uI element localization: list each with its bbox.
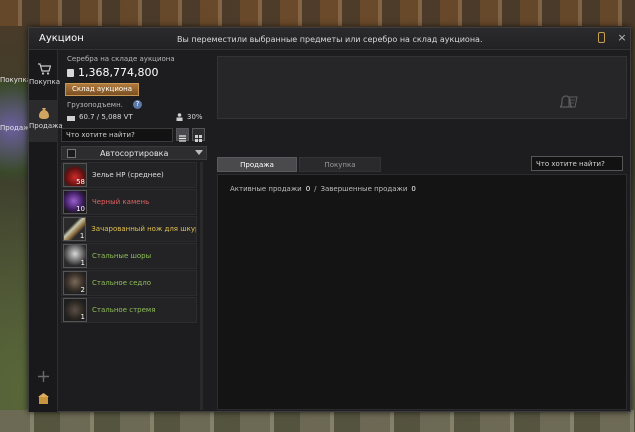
bell-icon <box>559 95 578 108</box>
item-name: Зачарованный нож для шкур <box>91 225 196 233</box>
knife-icon: 1 <box>63 217 87 241</box>
background-plants <box>0 80 28 200</box>
item-list-scrollbar[interactable] <box>200 162 203 410</box>
active-sales-label: Активные продажи <box>230 185 302 193</box>
sidebar-item-label: Покупка <box>29 78 61 86</box>
completed-sales-count: 0 <box>411 185 416 193</box>
item-name: Зелье HP (среднее) <box>92 171 164 179</box>
cart-icon <box>37 63 51 75</box>
silver-amount: 1,368,774,800 <box>67 66 158 79</box>
saddle-icon: 2 <box>63 271 87 295</box>
list-item[interactable]: 1 Стальные шоры <box>61 243 197 269</box>
blinkers-icon: 1 <box>63 244 87 268</box>
background-floor <box>0 410 635 432</box>
weight-amount: 60.7 / 5,088 VT <box>79 113 133 121</box>
item-qty: 1 <box>80 259 85 267</box>
weight-icon <box>67 115 75 121</box>
sales-separator: / <box>314 185 317 193</box>
info-banner <box>217 56 627 119</box>
silver-coin-icon <box>67 68 74 77</box>
sidebar-item-sell[interactable]: Продажа <box>29 100 63 142</box>
item-qty: 1 <box>79 232 85 240</box>
phone-icon[interactable] <box>598 32 605 43</box>
silver-value: 1,368,774,800 <box>78 66 159 79</box>
move-icon[interactable] <box>37 370 50 383</box>
item-qty: 58 <box>76 178 85 186</box>
weight-value: 60.7 / 5,088 VT <box>67 113 133 121</box>
notification-message: Вы переместили выбранные предметы или се… <box>177 35 483 44</box>
background-wall-top <box>0 0 635 26</box>
item-name: Стальное седло <box>92 279 151 287</box>
weight-percent-value: 30% <box>187 113 203 121</box>
list-view-button[interactable] <box>176 128 189 142</box>
sidebar: Покупка Продажа <box>29 50 63 412</box>
item-list: 58 Зелье HP (среднее) 10 Черный камень 1… <box>61 162 197 324</box>
help-icon[interactable]: ? <box>133 100 142 109</box>
sidebar-item-label: Продажа <box>29 122 63 130</box>
tab-buy[interactable]: Покупка <box>299 157 381 172</box>
completed-sales-label: Завершенные продажи <box>320 185 408 193</box>
auction-window: Аукцион Вы переместили выбранные предмет… <box>28 27 631 412</box>
item-qty: 10 <box>76 205 85 213</box>
black-stone-icon: 10 <box>63 190 87 214</box>
list-item[interactable]: 2 Стальное седло <box>61 270 197 296</box>
window-title: Аукцион <box>39 33 84 44</box>
list-icon <box>179 135 186 142</box>
list-item[interactable]: 10 Черный камень <box>61 189 197 215</box>
list-item[interactable]: 58 Зелье HP (среднее) <box>61 162 197 188</box>
sales-search-input[interactable] <box>531 156 623 171</box>
inventory-search-input[interactable] <box>61 128 173 142</box>
sales-list-panel: Активные продажи 0 / Завершенные продажи… <box>217 174 627 410</box>
item-name: Черный камень <box>92 198 150 206</box>
weight-percent: 30% <box>176 113 203 121</box>
tab-sell[interactable]: Продажа <box>217 157 297 172</box>
sales-pane: Продажа Покупка Активные продажи 0 / Зав… <box>215 56 629 410</box>
outside-tab-buy[interactable]: Покупка <box>0 76 31 84</box>
autosort-bar[interactable]: Автосортировка <box>61 146 207 160</box>
person-icon <box>176 113 183 121</box>
potion-icon: 58 <box>63 163 87 187</box>
active-sales-count: 0 <box>305 185 311 193</box>
auction-warehouse-button[interactable]: Склад аукциона <box>65 83 139 96</box>
shop-icon[interactable] <box>37 392 50 405</box>
list-item[interactable]: 1 Стальное стремя <box>61 297 197 323</box>
item-name: Стальные шоры <box>92 252 152 260</box>
chevron-down-icon[interactable] <box>195 150 203 155</box>
item-qty: 2 <box>80 286 85 294</box>
item-name: Стальное стремя <box>92 306 156 314</box>
weight-label: Грузоподъемн. <box>67 101 123 109</box>
stirrup-icon: 1 <box>63 298 87 322</box>
silver-label: Серебра на складе аукциона <box>67 55 175 63</box>
sidebar-item-buy[interactable]: Покупка <box>29 56 61 98</box>
item-qty: 1 <box>80 313 85 321</box>
grid-view-button[interactable] <box>192 128 205 142</box>
grid-icon <box>195 135 202 142</box>
close-icon[interactable]: × <box>616 32 628 44</box>
autosort-checkbox[interactable] <box>67 149 76 158</box>
autosort-label: Автосортировка <box>100 149 169 158</box>
moneybag-icon <box>38 108 49 119</box>
sales-counts: Активные продажи 0 / Завершенные продажи… <box>230 185 416 193</box>
titlebar: Аукцион Вы переместили выбранные предмет… <box>29 28 630 50</box>
list-item[interactable]: 1 Зачарованный нож для шкур <box>61 216 197 242</box>
inventory-panel: Серебра на складе аукциона 1,368,774,800… <box>59 50 229 412</box>
